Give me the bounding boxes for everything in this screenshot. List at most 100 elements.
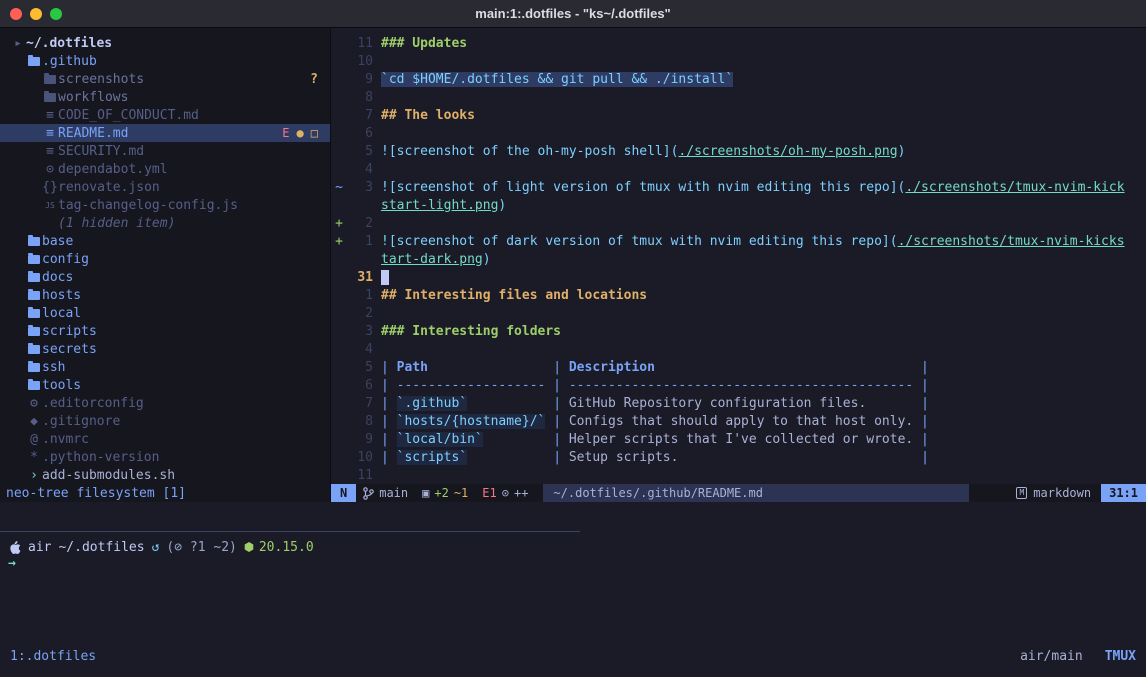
gutter-sign — [331, 198, 347, 213]
tree-item-workflows[interactable]: workflows — [0, 88, 330, 106]
editor-line[interactable]: 4 — [331, 340, 1146, 358]
git-diff-segment: ▣ +2 ~1 — [415, 486, 475, 500]
close-button[interactable] — [10, 8, 22, 20]
tree-item-label: .github — [42, 54, 97, 69]
traffic-lights — [10, 8, 62, 20]
folder-icon — [26, 363, 42, 372]
line-text — [373, 270, 389, 285]
tree-item-tag-changelog-config-js[interactable]: JStag-changelog-config.js — [0, 196, 330, 214]
gutter-sign — [331, 450, 347, 465]
line-text: | Path | Description | — [373, 360, 929, 375]
folder-dim-icon — [42, 75, 58, 84]
line-number: 10 — [347, 450, 373, 465]
editor-line[interactable]: 4 — [331, 160, 1146, 178]
git-untracked-badge: ? — [310, 72, 318, 87]
git-branch-label: main — [379, 486, 408, 500]
line-number: 7 — [347, 396, 373, 411]
editor-line[interactable]: 6 — [331, 124, 1146, 142]
editor-buffer[interactable]: 11### Updates 10 9`cd $HOME/.dotfiles &&… — [331, 28, 1146, 484]
tmux-badge: TMUX — [1105, 649, 1136, 664]
gutter-sign: + — [331, 216, 347, 231]
editor-line[interactable]: 2 — [331, 304, 1146, 322]
tree-item--gitignore[interactable]: ◆.gitignore — [0, 412, 330, 430]
titlebar: main:1:.dotfiles - "ks~/.dotfiles" — [0, 0, 1146, 28]
editor-line[interactable]: ~3![screenshot of light version of tmux … — [331, 178, 1146, 196]
prompt-arrow: → — [8, 556, 314, 574]
editor-line[interactable]: 5| Path | Description | — [331, 358, 1146, 376]
tree-item-hosts[interactable]: hosts — [0, 286, 330, 304]
node-version-segment: 20.15.0 — [244, 540, 314, 555]
minimize-button[interactable] — [30, 8, 42, 20]
editor-line[interactable]: 7## The looks — [331, 106, 1146, 124]
tmux-window-label[interactable]: 1:.dotfiles — [10, 649, 96, 664]
editor-line[interactable]: 9`cd $HOME/.dotfiles && git pull && ./in… — [331, 70, 1146, 88]
zoom-button[interactable] — [50, 8, 62, 20]
editor-line[interactable]: 5![screenshot of the oh-my-posh shell](.… — [331, 142, 1146, 160]
tree-item-dependabot-yml[interactable]: ⊙dependabot.yml — [0, 160, 330, 178]
editor-line[interactable]: 11 — [331, 466, 1146, 484]
tree-item-docs[interactable]: docs — [0, 268, 330, 286]
editor-line-wrap[interactable]: start-light.png) — [331, 196, 1146, 214]
editor-line[interactable]: 10| `scripts` | Setup scripts. | — [331, 448, 1146, 466]
gutter-sign — [331, 378, 347, 393]
editor-line[interactable]: 6| ------------------- | ---------------… — [331, 376, 1146, 394]
text-segment-code: `scripts` — [397, 450, 467, 465]
git-icon: ◆ — [26, 414, 42, 429]
text-segment-h2: ## Interesting files and locations — [381, 288, 647, 303]
editor-cursor — [381, 270, 389, 285]
editor-line[interactable]: 1## Interesting files and locations — [331, 286, 1146, 304]
editor-line[interactable]: 7| `.github` | GitHub Repository configu… — [331, 394, 1146, 412]
line-text: | `.github` | GitHub Repository configur… — [373, 396, 929, 411]
line-number: 4 — [347, 342, 373, 357]
editor-line[interactable]: +2 — [331, 214, 1146, 232]
gutter-sign — [331, 252, 347, 267]
file-tree: ▸~/.dotfiles.githubscreenshots?workflows… — [0, 28, 330, 484]
editor-pane[interactable]: 11### Updates 10 9`cd $HOME/.dotfiles &&… — [330, 28, 1146, 502]
tree-item-add-submodules-sh[interactable]: ›add-submodules.sh — [0, 466, 330, 484]
text-segment-tb: | — [381, 432, 397, 447]
editor-line[interactable]: 3### Interesting folders — [331, 322, 1146, 340]
shell-pane[interactable]: air ~/.dotfiles ↺ (⊘ ?1 ~2) 20.15.0 → — [8, 538, 314, 574]
line-number: 11 — [347, 468, 373, 483]
tree-item-config[interactable]: config — [0, 250, 330, 268]
tree-item-tools[interactable]: tools — [0, 376, 330, 394]
tree-item-label: screenshots — [58, 72, 144, 87]
tree-item-base[interactable]: base — [0, 232, 330, 250]
text-segment-tb: | — [381, 360, 397, 375]
tree-item-screenshots[interactable]: screenshots? — [0, 70, 330, 88]
tree-item-label: .python-version — [42, 450, 159, 465]
neo-tree-winbar: neo-tree filesystem [1] — [0, 484, 330, 502]
tree-item-scripts[interactable]: scripts — [0, 322, 330, 340]
tree-item--nvmrc[interactable]: @.nvmrc — [0, 430, 330, 448]
editor-line[interactable]: 9| `local/bin` | Helper scripts that I'v… — [331, 430, 1146, 448]
tree-item--python-version[interactable]: *.python-version — [0, 448, 330, 466]
editor-line[interactable]: 8| `hosts/{hostname}/` | Configs that sh… — [331, 412, 1146, 430]
tmux-pane-divider[interactable] — [0, 531, 580, 532]
tree-item-secrets[interactable]: secrets — [0, 340, 330, 358]
editor-line[interactable]: 8 — [331, 88, 1146, 106]
tree-item-renovate-json[interactable]: {}renovate.json — [0, 178, 330, 196]
tree-item--dotfiles[interactable]: ▸~/.dotfiles — [0, 34, 330, 52]
text-segment-tb: | — [428, 360, 569, 375]
tree-item-ssh[interactable]: ssh — [0, 358, 330, 376]
editor-line[interactable]: 10 — [331, 52, 1146, 70]
diff-added: +2 — [434, 486, 448, 500]
diff-icon: ▣ — [422, 486, 429, 500]
editor-line[interactable]: 11### Updates — [331, 34, 1146, 52]
line-number: 3 — [347, 180, 373, 195]
tree-item-code-of-conduct-md[interactable]: ≡CODE_OF_CONDUCT.md — [0, 106, 330, 124]
gutter-sign — [331, 432, 347, 447]
editor-line-wrap[interactable]: tart-dark.png) — [331, 250, 1146, 268]
folder-icon — [26, 381, 42, 390]
editor-line[interactable]: 31 — [331, 268, 1146, 286]
prompt-git-status: (⊘ ?1 ~2) — [166, 540, 236, 555]
editor-line[interactable]: +1![screenshot of dark version of tmux w… — [331, 232, 1146, 250]
tree-item--github[interactable]: .github — [0, 52, 330, 70]
tree-item-local[interactable]: local — [0, 304, 330, 322]
tree-item--editorconfig[interactable]: ⚙.editorconfig — [0, 394, 330, 412]
folder-icon — [26, 291, 42, 300]
tree-item-readme-md[interactable]: ≡README.mdE●□ — [0, 124, 330, 142]
tree-item--1-hidden-item-[interactable]: (1 hidden item) — [0, 214, 330, 232]
gutter-sign — [331, 54, 347, 69]
tree-item-security-md[interactable]: ≡SECURITY.md — [0, 142, 330, 160]
